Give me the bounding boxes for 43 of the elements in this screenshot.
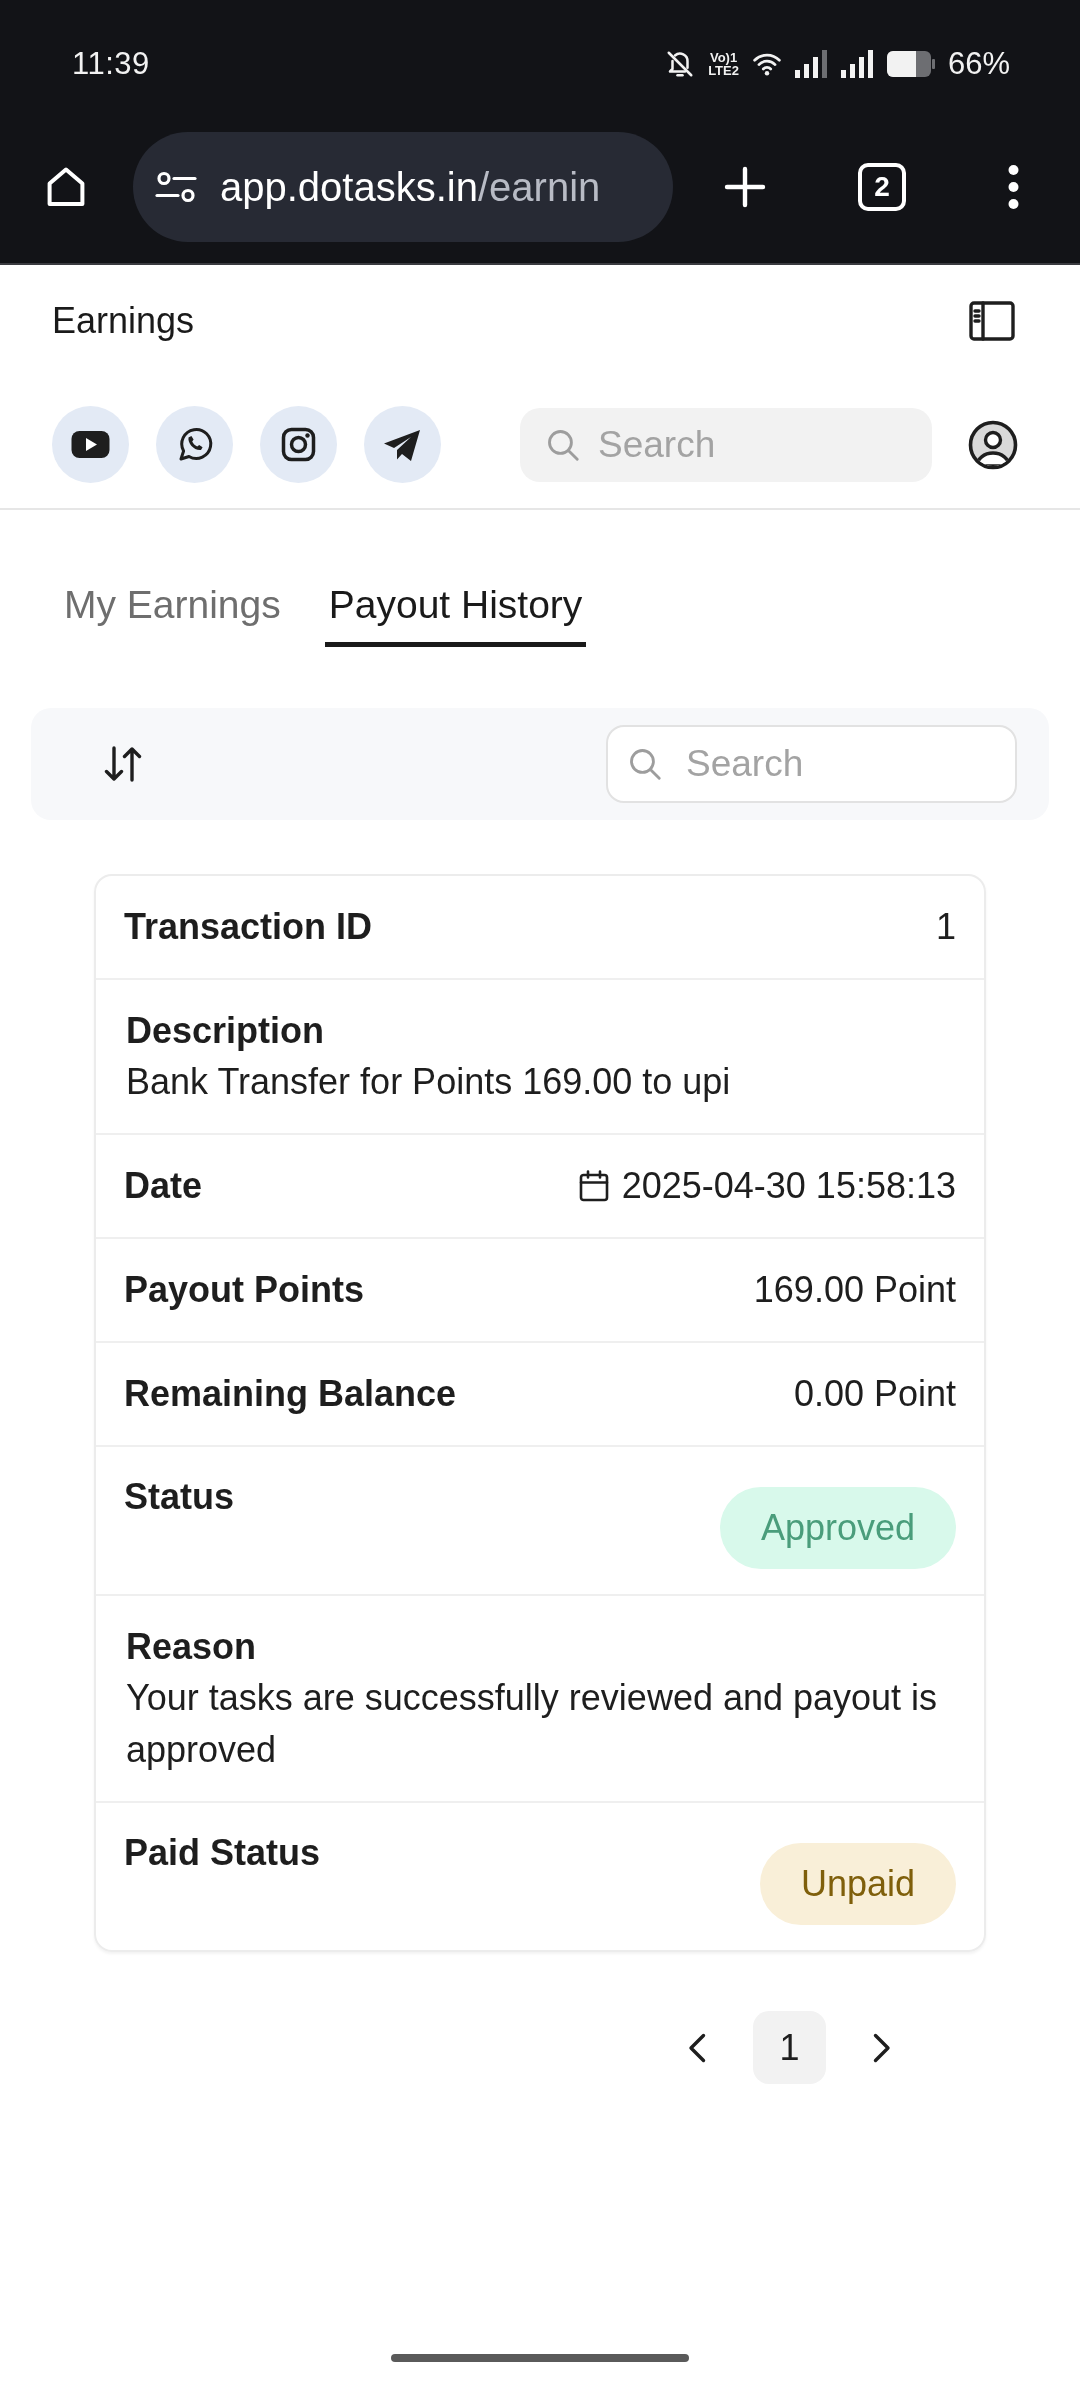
field-value: 2025-04-30 15:58:13 bbox=[621, 1164, 956, 1208]
field-value: 169.00 Point bbox=[753, 1268, 956, 1312]
camera-icon[interactable] bbox=[260, 406, 337, 483]
status-tag: Approved bbox=[719, 1487, 956, 1569]
tune-icon[interactable] bbox=[155, 171, 197, 203]
sort-icon[interactable] bbox=[103, 744, 143, 784]
page-title: Earnings bbox=[52, 299, 195, 343]
wifi-icon bbox=[751, 51, 782, 77]
profile-icon[interactable] bbox=[968, 419, 1018, 470]
field-value: 1 bbox=[935, 905, 956, 949]
field-value: Your tasks are successfully reviewed and payout is approved bbox=[126, 1676, 939, 1772]
battery-icon bbox=[886, 51, 935, 77]
chevron-right-icon[interactable] bbox=[873, 2032, 891, 2063]
paper-plane-icon[interactable] bbox=[364, 406, 441, 483]
field-label: Reason bbox=[126, 1625, 258, 1669]
signal-icon bbox=[840, 50, 874, 78]
battery-percent: 66% bbox=[947, 46, 1010, 82]
field-label: Date bbox=[124, 1164, 203, 1208]
chat-phone-icon[interactable] bbox=[156, 406, 233, 483]
tab[interactable]: Payout History bbox=[324, 582, 587, 647]
video-play-icon[interactable] bbox=[52, 406, 129, 483]
field-value: 0.00 Point bbox=[793, 1372, 956, 1416]
search-field[interactable]: Search bbox=[606, 725, 1017, 803]
page-button[interactable]: 1 bbox=[753, 2011, 826, 2084]
field-label: Description bbox=[126, 1009, 326, 1053]
chevron-left-icon[interactable] bbox=[688, 2032, 706, 2063]
tab-count-button[interactable]: 2 bbox=[858, 163, 906, 211]
network-type-label: Vo)1 LTE2 bbox=[708, 51, 739, 77]
field-label: Paid Status bbox=[124, 1831, 321, 1875]
field-label: Status bbox=[124, 1475, 235, 1519]
field-label: Remaining Balance bbox=[124, 1372, 457, 1416]
tab[interactable]: My Earnings bbox=[60, 582, 285, 647]
address-field[interactable]: app.dotasks.in/earnin bbox=[133, 132, 673, 242]
status-time: 11:39 bbox=[72, 46, 150, 82]
field-label: Transaction ID bbox=[124, 905, 373, 949]
sidebar-toggle-icon[interactable] bbox=[969, 301, 1015, 341]
search-icon bbox=[627, 746, 663, 782]
status-tag: Unpaid bbox=[759, 1843, 956, 1925]
signal-icon bbox=[794, 50, 828, 78]
field-label: Payout Points bbox=[124, 1268, 365, 1312]
search-field[interactable]: Search bbox=[520, 407, 932, 482]
calendar-icon bbox=[578, 1170, 609, 1202]
field-value: Bank Transfer for Points 169.00 to upi bbox=[126, 1060, 732, 1104]
